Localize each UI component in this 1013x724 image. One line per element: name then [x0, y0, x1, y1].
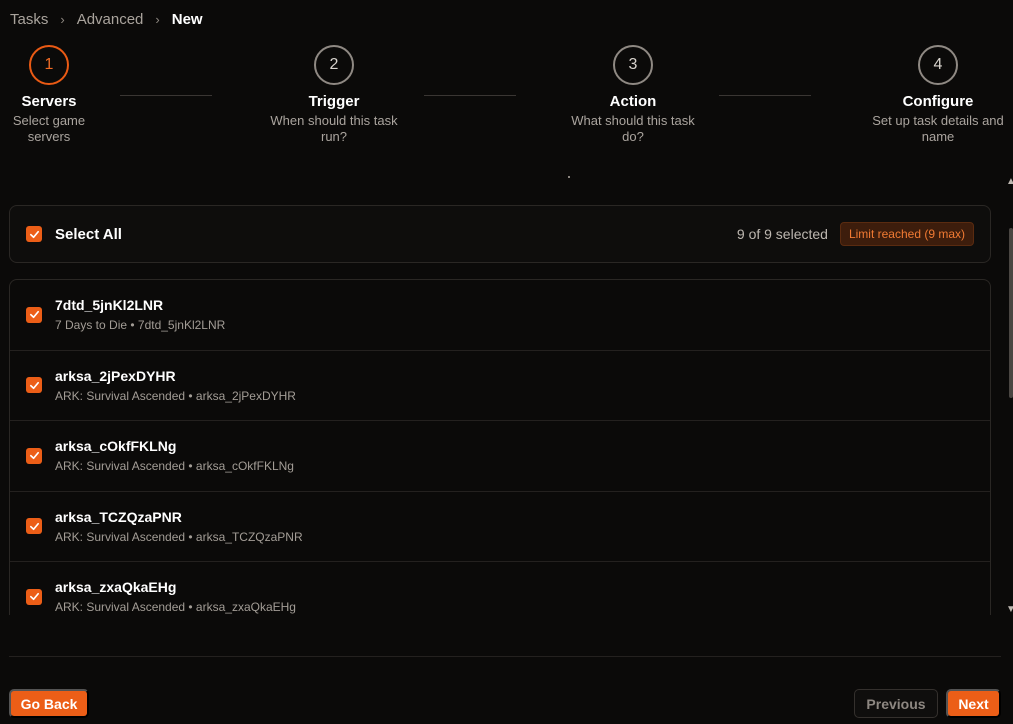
- server-subtitle: ARK: Survival Ascended • arksa_cOkfFKLNg: [55, 459, 294, 474]
- server-checkbox[interactable]: [26, 518, 42, 535]
- check-icon: [29, 230, 39, 238]
- chevron-right-icon: ›: [155, 11, 160, 27]
- scrollbar-thumb[interactable]: [1009, 228, 1013, 398]
- check-icon: [29, 522, 39, 530]
- server-name: arksa_zxaQkaEHg: [55, 579, 177, 596]
- check-icon: [29, 381, 39, 389]
- server-checkbox[interactable]: [26, 377, 42, 394]
- server-checkbox[interactable]: [26, 447, 42, 464]
- server-subtitle: ARK: Survival Ascended • arksa_zxaQkaEHg: [55, 600, 296, 615]
- step-title: Servers: [21, 93, 77, 110]
- step-number: 4: [918, 45, 958, 85]
- step-number: 3: [613, 45, 653, 85]
- scroll-up-arrow-icon[interactable]: ▲: [1006, 176, 1013, 187]
- server-name: arksa_cOkfFKLNg: [55, 438, 177, 455]
- check-icon: [29, 452, 39, 460]
- step-title: Configure: [902, 93, 974, 110]
- previous-button[interactable]: Previous: [854, 689, 938, 718]
- separator-dot: [568, 176, 570, 178]
- step-description: Select game servers: [12, 113, 86, 144]
- check-icon: [29, 593, 39, 601]
- breadcrumb: Tasks › Advanced › New: [10, 10, 203, 28]
- step-trigger[interactable]: 2 Trigger When should this task run?: [264, 45, 404, 145]
- step-description: Set up task details and name: [872, 113, 1004, 144]
- list-item[interactable]: arksa_TCZQzaPNR ARK: Survival Ascended •…: [10, 492, 990, 562]
- step-description: When should this task run?: [270, 113, 398, 144]
- step-title: Trigger: [308, 93, 360, 110]
- list-item[interactable]: arksa_2jPexDYHR ARK: Survival Ascended •…: [10, 351, 990, 421]
- server-checkbox[interactable]: [26, 306, 42, 323]
- step-description: What should this task do?: [571, 113, 695, 144]
- server-subtitle: 7 Days to Die • 7dtd_5jnKl2LNR: [55, 318, 226, 333]
- step-title: Action: [609, 93, 657, 110]
- step-configure[interactable]: 4 Configure Set up task details and name: [868, 45, 1008, 145]
- select-all-label[interactable]: Select All: [55, 226, 122, 243]
- selected-count: 9 of 9 selected: [736, 226, 828, 242]
- server-subtitle: ARK: Survival Ascended • arksa_2jPexDYHR: [55, 388, 296, 403]
- list-item[interactable]: arksa_zxaQkaEHg ARK: Survival Ascended •…: [10, 562, 990, 615]
- select-all-card: Select All 9 of 9 selected Limit reached…: [9, 205, 991, 263]
- server-subtitle: ARK: Survival Ascended • arksa_TCZQzaPNR: [55, 529, 303, 544]
- chevron-right-icon: ›: [60, 11, 65, 27]
- server-name: 7dtd_5jnKl2LNR: [55, 297, 164, 314]
- server-name: arksa_2jPexDYHR: [55, 367, 176, 384]
- server-checkbox[interactable]: [26, 588, 42, 605]
- breadcrumb-current: New: [171, 10, 203, 28]
- breadcrumb-tasks-link[interactable]: Tasks: [10, 11, 48, 28]
- list-item[interactable]: 7dtd_5jnKl2LNR 7 Days to Die • 7dtd_5jnK…: [10, 280, 990, 351]
- step-connector: [424, 95, 516, 96]
- breadcrumb-advanced-link[interactable]: Advanced: [77, 11, 144, 28]
- step-number: 1: [29, 45, 69, 85]
- step-connector: [719, 95, 811, 96]
- scroll-down-arrow-icon[interactable]: ▼: [1006, 604, 1013, 615]
- footer-divider: [9, 656, 1001, 657]
- select-all-checkbox[interactable]: [26, 226, 42, 242]
- step-servers[interactable]: 1 Servers Select game servers: [0, 45, 119, 145]
- step-connector: [120, 95, 212, 96]
- server-list: 7dtd_5jnKl2LNR 7 Days to Die • 7dtd_5jnK…: [9, 279, 991, 615]
- check-icon: [29, 311, 39, 319]
- step-number: 2: [314, 45, 354, 85]
- go-back-button[interactable]: Go Back: [9, 689, 89, 718]
- step-action[interactable]: 3 Action What should this task do?: [563, 45, 703, 145]
- limit-badge: Limit reached (9 max): [839, 222, 974, 246]
- next-button[interactable]: Next: [946, 689, 1001, 718]
- task-wizard-page: Tasks › Advanced › New 1 Servers Select …: [0, 0, 1013, 724]
- list-item[interactable]: arksa_cOkfFKLNg ARK: Survival Ascended •…: [10, 421, 990, 492]
- server-name: arksa_TCZQzaPNR: [55, 508, 182, 525]
